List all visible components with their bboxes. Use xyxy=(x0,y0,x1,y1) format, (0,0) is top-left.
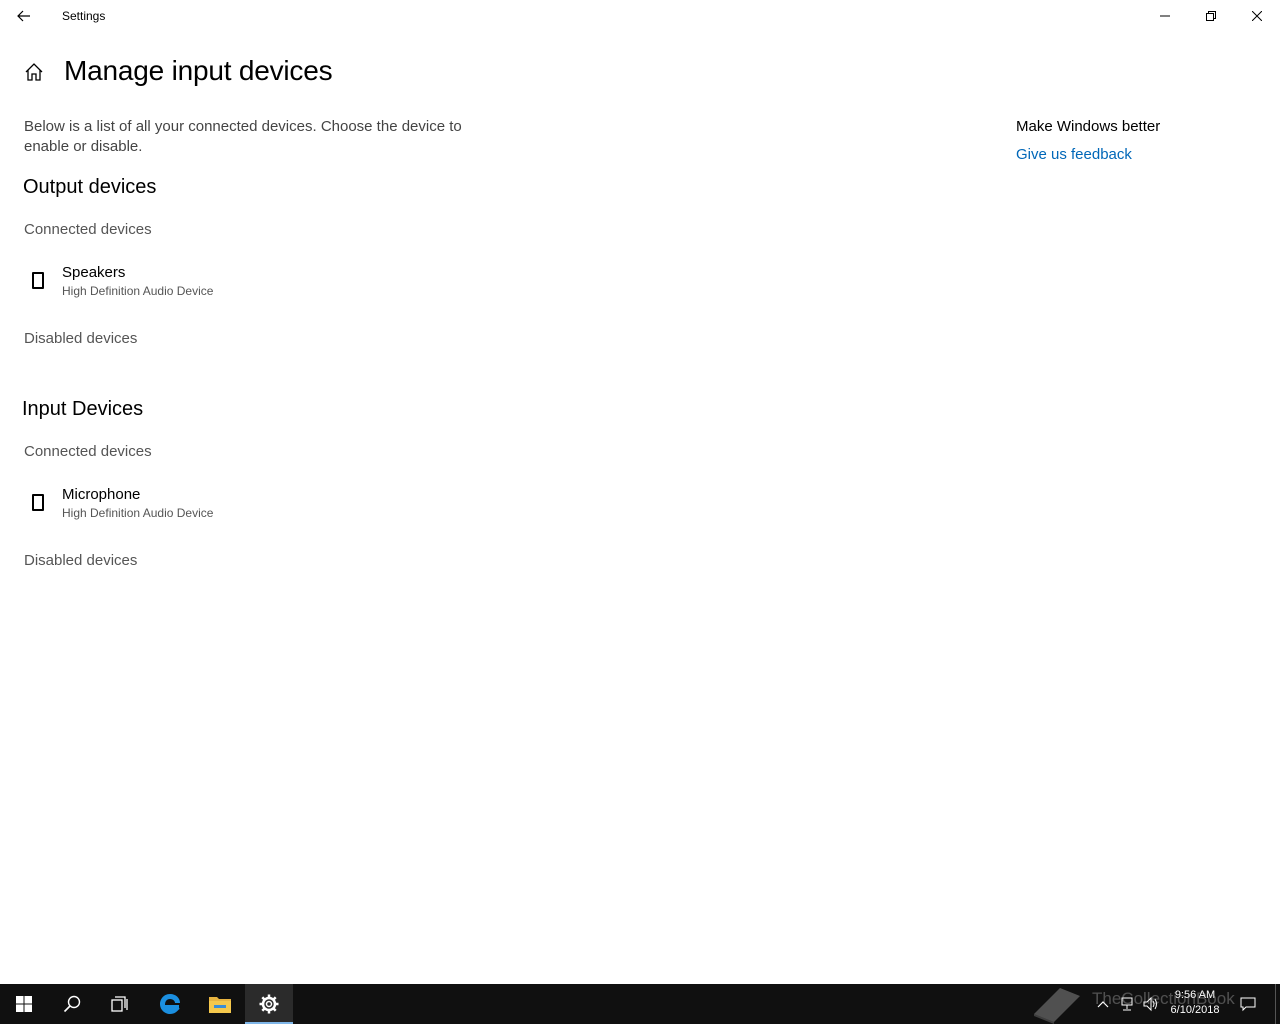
title-bar: Settings xyxy=(0,0,1280,32)
minimize-icon xyxy=(1160,15,1170,17)
give-feedback-link[interactable]: Give us feedback xyxy=(1016,146,1132,163)
page-description: Below is a list of all your connected de… xyxy=(24,118,462,155)
book-logo-icon xyxy=(1034,988,1080,1024)
file-explorer-button[interactable] xyxy=(196,984,244,1024)
edge-browser-icon xyxy=(160,994,180,1014)
output-disabled-label: Disabled devices xyxy=(24,330,138,347)
output-devices-heading: Output devices xyxy=(23,176,157,198)
input-devices-heading: Input Devices xyxy=(22,398,144,420)
device-item-microphone[interactable]: Microphone High Definition Audio Device xyxy=(24,486,324,532)
back-arrow-icon xyxy=(17,10,30,22)
watermark-text: TheCollectionBook xyxy=(1092,989,1235,1008)
restore-icon xyxy=(1206,11,1216,21)
home-button[interactable] xyxy=(24,62,44,82)
edge-browser-button[interactable] xyxy=(146,984,194,1024)
show-desktop-button[interactable] xyxy=(1275,984,1280,1024)
input-disabled-label: Disabled devices xyxy=(24,552,138,569)
device-name: Microphone xyxy=(62,486,141,503)
restore-button[interactable] xyxy=(1188,0,1234,32)
device-description: High Definition Audio Device xyxy=(62,284,214,298)
settings-taskbar-button[interactable] xyxy=(245,984,293,1024)
start-button[interactable] xyxy=(0,984,48,1024)
output-connected-label: Connected devices xyxy=(24,221,152,238)
settings-gear-icon xyxy=(259,994,279,1014)
close-icon xyxy=(1252,11,1262,21)
close-button[interactable] xyxy=(1234,0,1280,32)
back-button[interactable] xyxy=(0,0,48,32)
minimize-button[interactable] xyxy=(1142,0,1188,32)
search-button[interactable] xyxy=(48,984,96,1024)
microphone-device-icon xyxy=(32,494,44,511)
device-item-speakers[interactable]: Speakers High Definition Audio Device xyxy=(24,264,324,310)
task-view-button[interactable] xyxy=(96,984,144,1024)
input-connected-label: Connected devices xyxy=(24,443,152,460)
device-name: Speakers xyxy=(62,264,126,281)
window-title: Settings xyxy=(62,9,106,23)
home-icon xyxy=(25,63,43,81)
speaker-device-icon xyxy=(32,272,44,289)
file-explorer-icon xyxy=(209,997,231,1013)
make-windows-better-heading: Make Windows better xyxy=(1016,118,1161,135)
search-icon xyxy=(63,995,81,1013)
task-view-icon xyxy=(111,996,128,1012)
watermark: TheCollectionBook xyxy=(1030,984,1260,1024)
windows-start-icon xyxy=(16,996,32,1012)
page-title: Manage input devices xyxy=(64,55,333,86)
device-description: High Definition Audio Device xyxy=(62,506,214,520)
